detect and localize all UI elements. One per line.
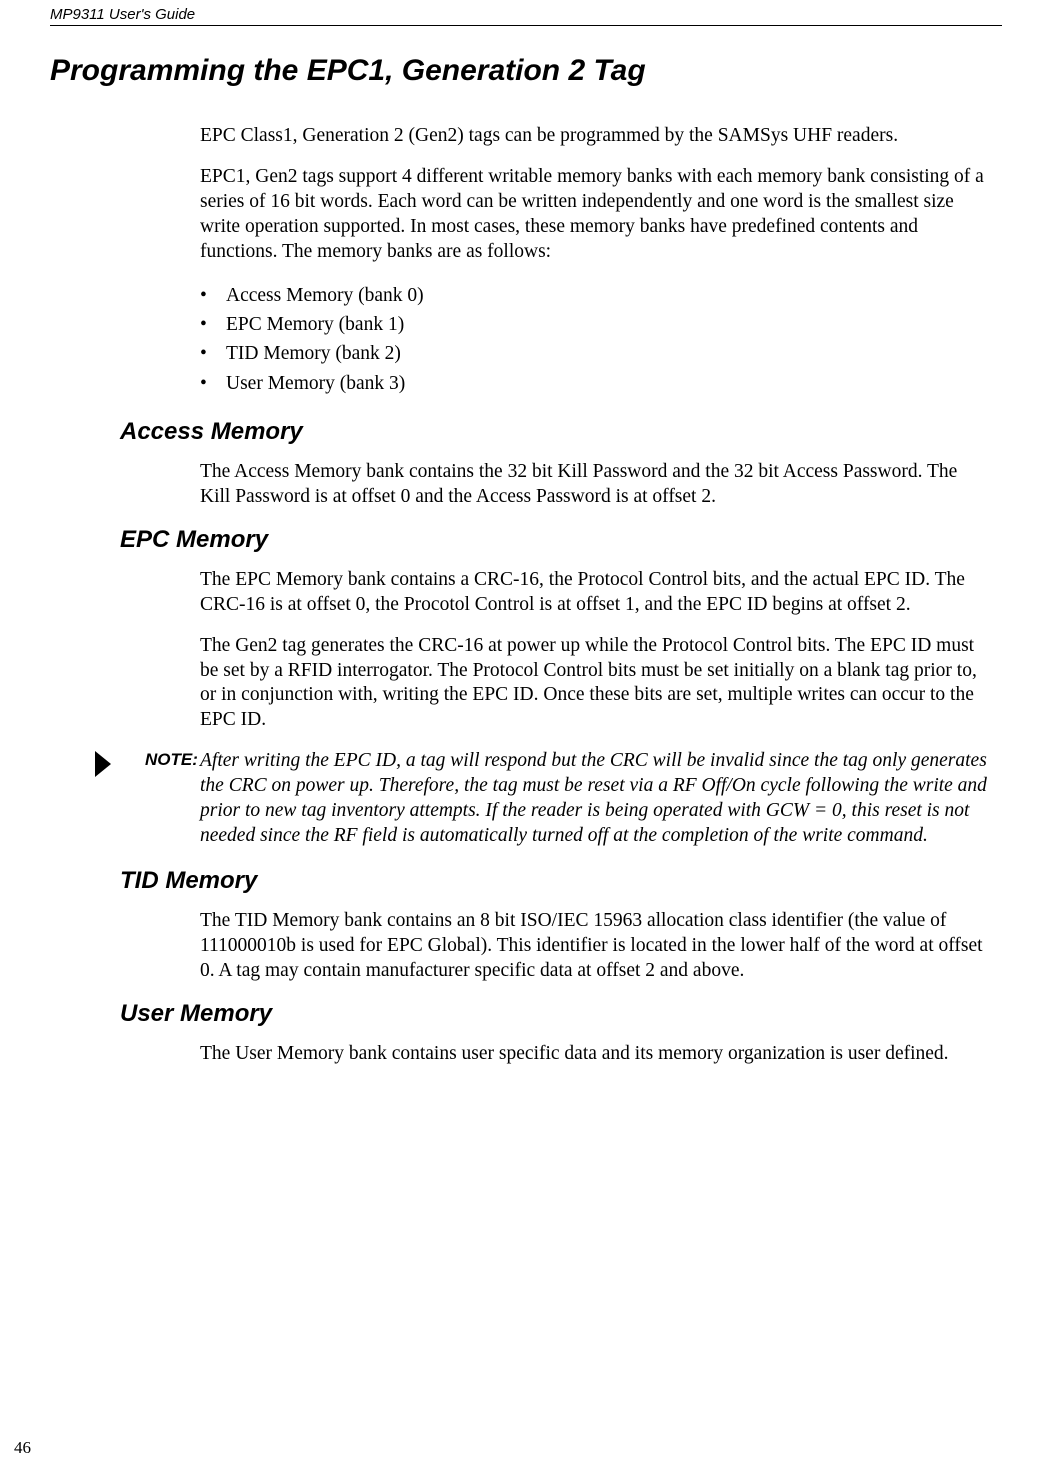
epc-paragraph-1: The EPC Memory bank contains a CRC-16, t…	[200, 568, 990, 618]
section-heading-tid: TID Memory	[120, 867, 1002, 895]
note-marker-icon	[95, 751, 111, 777]
list-item: TID Memory (bank 2)	[200, 339, 990, 368]
section-heading-epc: EPC Memory	[120, 526, 1002, 554]
list-item: User Memory (bank 3)	[200, 369, 990, 398]
note-text: After writing the EPC ID, a tag will res…	[200, 750, 987, 846]
intro-paragraph-2: EPC1, Gen2 tags support 4 different writ…	[200, 165, 990, 265]
page-number: 46	[14, 1438, 31, 1458]
list-item: EPC Memory (bank 1)	[200, 310, 990, 339]
note-block: NOTE: After writing the EPC ID, a tag wi…	[200, 749, 990, 849]
section-heading-access: Access Memory	[120, 418, 1002, 446]
intro-paragraph-1: EPC Class1, Generation 2 (Gen2) tags can…	[200, 124, 990, 149]
memory-bank-list: Access Memory (bank 0) EPC Memory (bank …	[200, 281, 990, 398]
page-title: Programming the EPC1, Generation 2 Tag	[50, 54, 1002, 88]
tid-paragraph: The TID Memory bank contains an 8 bit IS…	[200, 909, 990, 984]
access-paragraph: The Access Memory bank contains the 32 b…	[200, 460, 990, 510]
note-label: NOTE:	[145, 750, 198, 770]
section-heading-user: User Memory	[120, 1000, 1002, 1028]
user-paragraph: The User Memory bank contains user speci…	[200, 1042, 990, 1067]
document-header: MP9311 User's Guide	[50, 0, 1002, 26]
list-item: Access Memory (bank 0)	[200, 281, 990, 310]
epc-paragraph-2: The Gen2 tag generates the CRC-16 at pow…	[200, 634, 990, 734]
